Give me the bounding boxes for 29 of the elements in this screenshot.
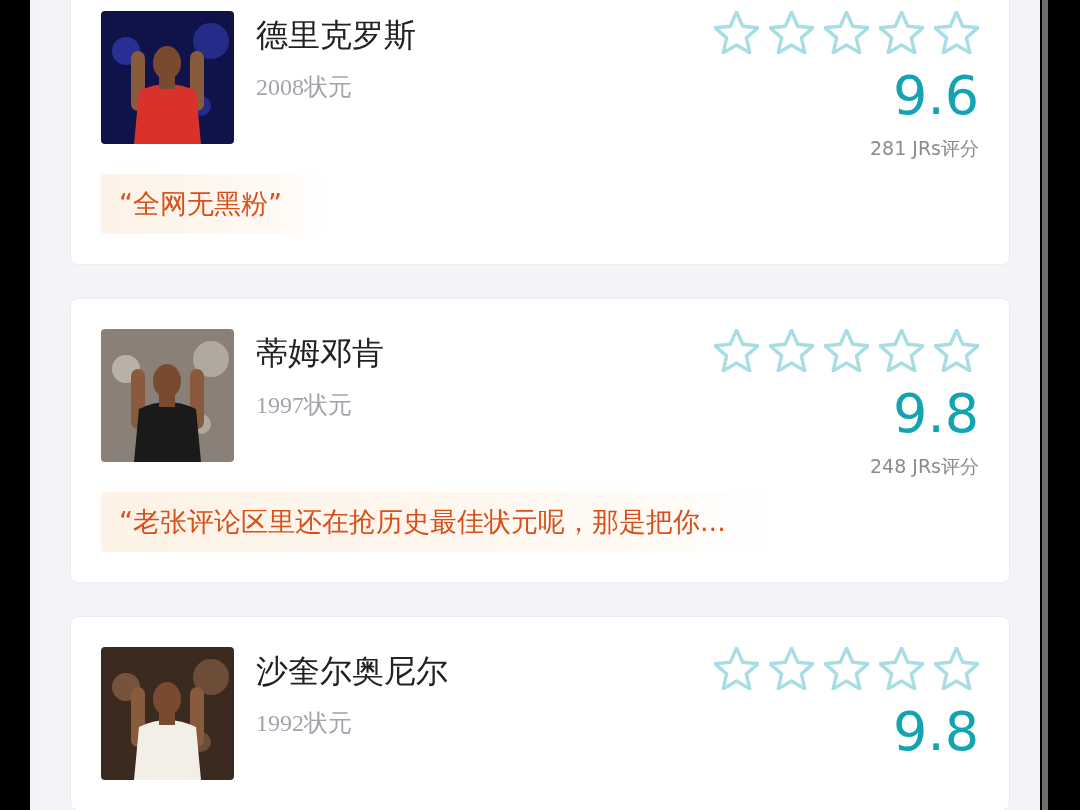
star-icon[interactable] <box>714 647 759 690</box>
score: 9.8 <box>893 702 979 762</box>
draft-label: 1992状元 <box>256 709 352 738</box>
star-icon[interactable] <box>714 11 759 54</box>
star-icon[interactable] <box>824 647 869 690</box>
draft-label: 2008状元 <box>256 73 352 102</box>
star-icon[interactable] <box>934 11 979 54</box>
star-icon[interactable] <box>714 329 759 372</box>
star-icon[interactable] <box>934 647 979 690</box>
star-icon[interactable] <box>879 329 924 372</box>
rating-count: 248 JRs评分 <box>870 454 979 479</box>
star-icon[interactable] <box>824 329 869 372</box>
star-icon[interactable] <box>879 647 924 690</box>
star-icon[interactable] <box>879 11 924 54</box>
score: 9.8 <box>893 384 979 444</box>
star-icon[interactable] <box>824 11 869 54</box>
star-icon[interactable] <box>934 329 979 372</box>
player-name: 蒂姆邓肯 <box>256 333 384 374</box>
draft-label: 1997状元 <box>256 391 352 420</box>
player-name: 沙奎尔奥尼尔 <box>256 651 448 692</box>
player-card[interactable]: 德里克罗斯 2008状元 9.6 281 JRs评分 “全网无黑粉” <box>70 0 1010 265</box>
rating-count: 281 JRs评分 <box>870 136 979 161</box>
player-card[interactable]: 蒂姆邓肯 1997状元 9.8 248 JRs评分 “老张评论区里还在抢历史最佳状元呢，那是把你... <box>70 298 1010 583</box>
star-icon[interactable] <box>769 11 814 54</box>
score: 9.6 <box>893 66 979 126</box>
star-icon[interactable] <box>769 329 814 372</box>
player-card[interactable]: 沙奎尔奥尼尔 1992状元 9.8 <box>70 616 1010 810</box>
player-name: 德里克罗斯 <box>256 15 416 56</box>
star-icon[interactable] <box>769 647 814 690</box>
